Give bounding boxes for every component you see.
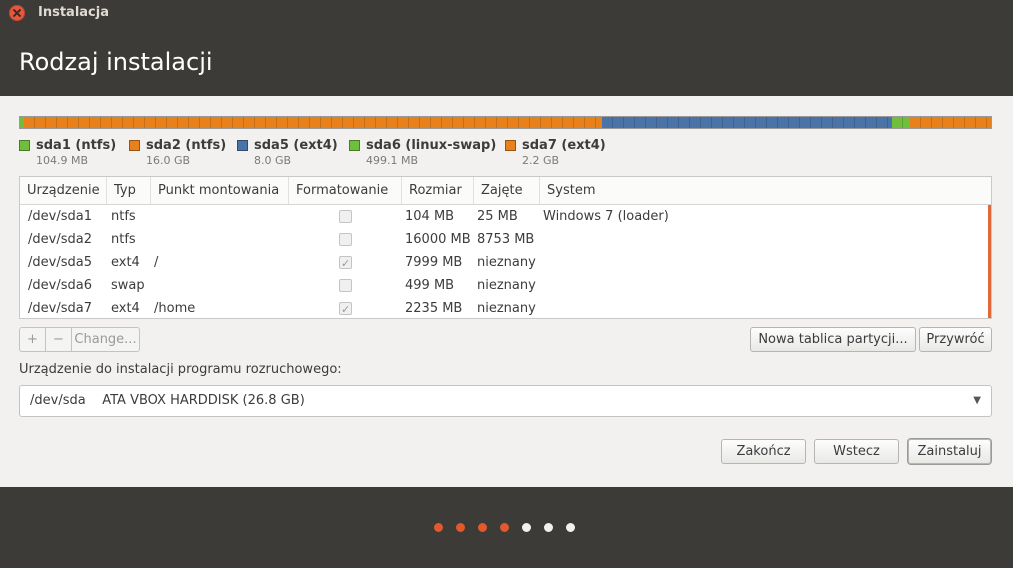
partition-bar-segment xyxy=(909,117,991,128)
cell-used: 8753 MB xyxy=(477,232,535,247)
legend-name: sda5 (ext4) xyxy=(254,138,338,153)
cell-system: Windows 7 (loader) xyxy=(543,209,669,224)
format-checkbox[interactable] xyxy=(339,210,352,223)
scroll-indicator[interactable] xyxy=(988,205,991,318)
legend-name: sda1 (ntfs) xyxy=(36,138,117,153)
partition-bar xyxy=(19,116,992,129)
cell-used: nieznany xyxy=(477,278,536,293)
cell-mount: /home xyxy=(154,301,196,316)
format-checkbox[interactable] xyxy=(339,279,352,292)
cell-used: nieznany xyxy=(477,301,536,316)
cell-system xyxy=(535,228,543,251)
cell-type: swap xyxy=(111,278,145,293)
table-row[interactable]: /dev/sda5 ext4 / 7999 MB nieznany xyxy=(20,251,987,275)
title-bar: Instalacja xyxy=(0,0,1013,26)
column-header-system[interactable]: System xyxy=(540,177,991,204)
partition-table[interactable]: Urządzenie Typ Punkt montowania Formatow… xyxy=(19,176,992,319)
column-header-device[interactable]: Urządzenie xyxy=(20,177,107,204)
change-partition-button[interactable]: Change... xyxy=(71,327,140,352)
legend-swatch xyxy=(505,140,516,151)
partition-legend: sda1 (ntfs) 104.9 MB sda2 (ntfs) 16.0 GB sda… xyxy=(19,138,992,170)
partition-bar-segment xyxy=(602,117,892,128)
legend-swatch xyxy=(19,140,30,151)
legend-size: 8.0 GB xyxy=(254,154,292,167)
back-button[interactable]: Wstecz xyxy=(814,439,899,464)
remove-partition-button[interactable]: − xyxy=(45,327,72,352)
cell-device: /dev/sda1 xyxy=(28,209,92,224)
column-header-size[interactable]: Rozmiar xyxy=(402,177,474,204)
window-title: Instalacja xyxy=(38,5,109,20)
column-header-type[interactable]: Typ xyxy=(107,177,151,204)
cell-type: ntfs xyxy=(111,209,136,224)
new-partition-table-button[interactable]: Nowa tablica partycji... xyxy=(750,327,916,352)
table-row[interactable]: /dev/sda7 ext4/home 2235 MB nieznany xyxy=(20,297,987,318)
legend-swatch xyxy=(237,140,248,151)
cell-size: 7999 MB xyxy=(405,255,463,270)
table-row[interactable]: /dev/sda1 ntfs 104 MB 25 MB Windows 7 (loade… xyxy=(20,205,987,228)
cell-size: 104 MB xyxy=(405,209,455,224)
progress-dot-completed xyxy=(456,523,465,532)
cell-device: /dev/sda7 xyxy=(28,301,92,316)
format-checkbox[interactable] xyxy=(339,233,352,246)
page-title: Rodzaj instalacji xyxy=(19,48,213,76)
legend-swatch xyxy=(129,140,140,151)
progress-dot-completed xyxy=(478,523,487,532)
cell-system xyxy=(535,274,543,297)
legend-swatch xyxy=(349,140,360,151)
cell-used: nieznany xyxy=(477,255,536,270)
cell-device: /dev/sda5 xyxy=(28,255,92,270)
cell-type: ntfs xyxy=(111,232,136,247)
legend-size: 499.1 MB xyxy=(366,154,419,167)
cell-mount: / xyxy=(154,255,159,270)
column-header-mount[interactable]: Punkt montowania xyxy=(151,177,289,204)
progress-dot-completed xyxy=(500,523,509,532)
progress-dot-pending xyxy=(522,523,531,532)
cell-used: 25 MB xyxy=(477,209,518,224)
cell-size: 499 MB xyxy=(405,278,455,293)
cell-mount xyxy=(146,228,154,251)
cell-size: 16000 MB xyxy=(405,232,471,247)
progress-dot-pending xyxy=(544,523,553,532)
legend-size: 2.2 GB xyxy=(522,154,560,167)
cell-mount xyxy=(146,274,154,297)
column-header-format[interactable]: Formatowanie xyxy=(289,177,402,204)
cell-device: /dev/sda6 xyxy=(28,278,92,293)
cell-system xyxy=(535,251,543,274)
legend-name: sda2 (ntfs) xyxy=(146,138,227,153)
progress-dot-completed xyxy=(434,523,443,532)
table-header: Urządzenie Typ Punkt montowania Formatow… xyxy=(20,177,991,205)
table-row[interactable]: /dev/sda2 ntfs 16000 MB 8753 MB xyxy=(20,228,987,251)
bootloader-device-select[interactable]: /dev/sda ATA VBOX HARDDISK (26.8 GB) ▼ xyxy=(19,385,992,417)
bootloader-label: Urządzenie do instalacji programu rozruc… xyxy=(19,362,342,377)
bootloader-selected-value: /dev/sda ATA VBOX HARDDISK (26.8 GB) xyxy=(30,393,305,408)
format-checkbox[interactable] xyxy=(339,252,352,275)
close-icon[interactable] xyxy=(9,5,25,21)
cell-type: ext4 xyxy=(111,255,140,270)
legend-name: sda6 (linux-swap) xyxy=(366,138,497,153)
partition-bar-segment xyxy=(891,117,910,128)
table-row[interactable]: /dev/sda6 swap 499 MB nieznany xyxy=(20,274,987,297)
legend-name: sda7 (ext4) xyxy=(522,138,606,153)
page-header: Rodzaj instalacji xyxy=(0,26,1013,96)
legend-size: 104.9 MB xyxy=(36,154,89,167)
install-button[interactable]: Zainstaluj xyxy=(908,439,991,464)
add-partition-button[interactable]: + xyxy=(19,327,46,352)
cell-type: ext4 xyxy=(111,301,140,316)
progress-footer xyxy=(0,487,1013,568)
cell-device: /dev/sda2 xyxy=(28,232,92,247)
legend-size: 16.0 GB xyxy=(146,154,191,167)
format-checkbox[interactable] xyxy=(339,298,352,318)
chevron-down-icon: ▼ xyxy=(973,395,981,406)
cell-mount xyxy=(146,205,154,228)
column-header-used[interactable]: Zajęte xyxy=(474,177,540,204)
cell-size: 2235 MB xyxy=(405,301,463,316)
quit-button[interactable]: Zakończ xyxy=(721,439,806,464)
main-content: sda1 (ntfs) 104.9 MB sda2 (ntfs) 16.0 GB sda… xyxy=(0,96,1013,487)
progress-dot-pending xyxy=(566,523,575,532)
cell-system xyxy=(535,297,543,318)
revert-button[interactable]: Przywróć xyxy=(919,327,992,352)
partition-bar-segment xyxy=(23,117,603,128)
